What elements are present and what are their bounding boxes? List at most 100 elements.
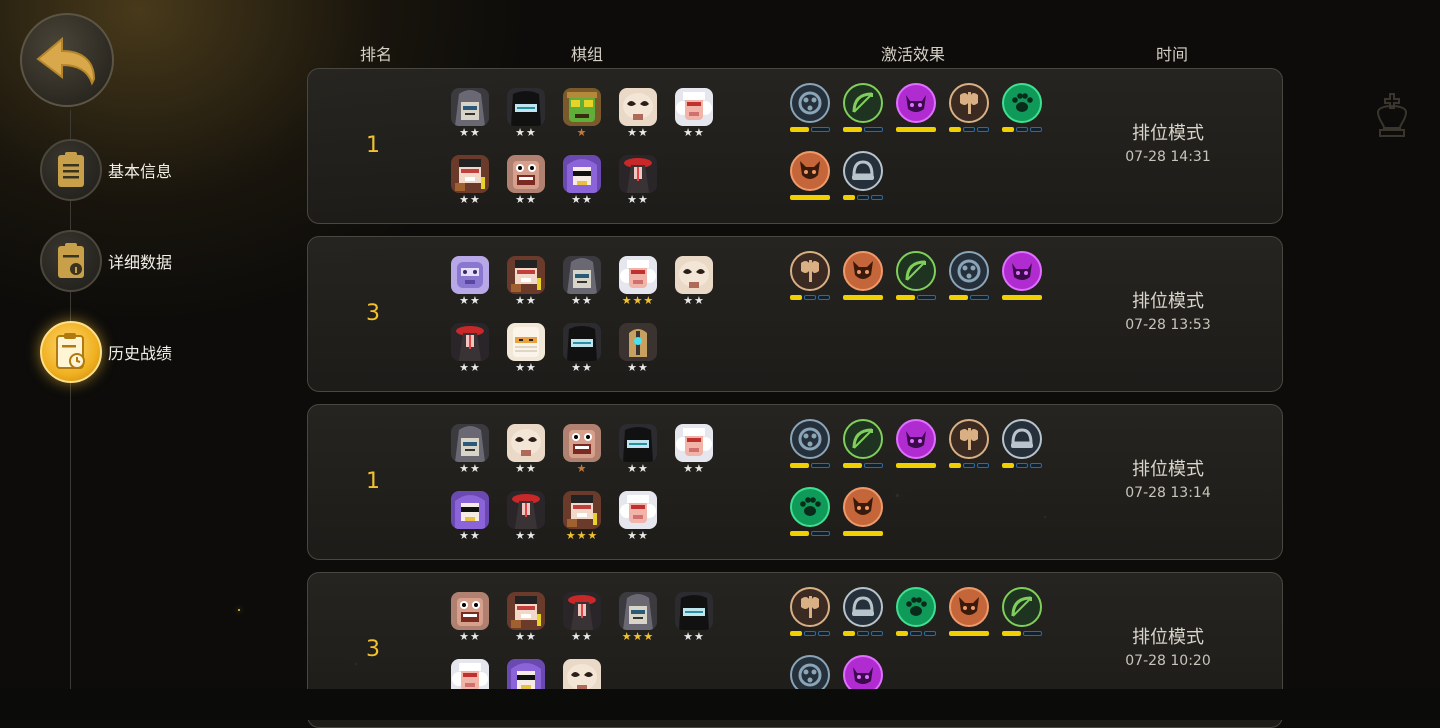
chess-piece[interactable]: ★★ <box>450 256 490 307</box>
star-level: ★★★ <box>565 529 599 542</box>
chess-piece[interactable]: ★★ <box>506 256 546 307</box>
chess-piece[interactable]: ★★ <box>618 323 658 374</box>
brute-piece-icon <box>507 155 545 193</box>
hooded-piece-icon <box>451 424 489 462</box>
trait-level-bar <box>790 463 830 469</box>
chess-piece[interactable]: ★★ <box>450 424 490 475</box>
trait-badge[interactable] <box>896 587 936 641</box>
chess-piece[interactable]: ★★★ <box>562 491 602 542</box>
chess-piece[interactable]: ★★ <box>450 491 490 542</box>
trait-badge[interactable] <box>843 419 883 473</box>
helm-icon <box>1002 419 1042 459</box>
trait-badge[interactable] <box>949 419 989 473</box>
trait-badge[interactable] <box>949 587 989 641</box>
match-time: 07-28 13:53 <box>1125 317 1211 333</box>
chess-piece[interactable]: ★ <box>562 88 602 139</box>
sheep-piece-icon <box>619 256 657 294</box>
match-row[interactable]: 1 排位模式 07-28 13:14 ★★ ★★ ★ ★★ ★★ ★★ ★★ ★★★ ★★ <box>307 404 1283 560</box>
rank-value: 3 <box>366 301 380 326</box>
trait-level-bar <box>790 127 830 133</box>
trait-badge[interactable] <box>843 487 883 541</box>
trait-badge[interactable] <box>1002 83 1042 137</box>
star-level: ★★ <box>515 462 537 475</box>
nav-basic-info[interactable]: 基本信息 <box>40 139 172 201</box>
redhat-piece-icon <box>563 592 601 630</box>
nav-history[interactable]: 历史战绩 <box>40 321 172 383</box>
chess-piece[interactable]: ★★★ <box>618 592 658 643</box>
chess-piece[interactable]: ★★ <box>618 88 658 139</box>
trait-level-bar <box>843 127 883 133</box>
trait-badge[interactable] <box>949 83 989 137</box>
match-row[interactable]: 1 排位模式 07-28 14:31 ★★ ★★ ★ ★★ ★★ ★★ ★★ ★★ ★★ <box>307 68 1283 224</box>
chess-piece[interactable]: ★★ <box>506 592 546 643</box>
game-mode: 排位模式 <box>1132 459 1204 480</box>
chess-piece[interactable]: ★★ <box>674 88 714 139</box>
chess-piece[interactable]: ★★ <box>450 592 490 643</box>
trait-badge[interactable] <box>843 151 883 205</box>
match-row[interactable]: 3 排位模式 07-28 13:53 ★★ ★★ ★★ ★★★ ★★ ★★ ★★ ★★ ★★ <box>307 236 1283 392</box>
trait-badge[interactable] <box>949 251 989 305</box>
nav-label-detail-data: 详细数据 <box>108 253 173 272</box>
trait-level-bar <box>843 531 883 537</box>
star-level: ★★ <box>571 361 593 374</box>
chess-piece[interactable]: ★★ <box>618 424 658 475</box>
fox-icon <box>790 151 830 191</box>
trait-badge[interactable] <box>896 419 936 473</box>
trait-badge[interactable] <box>790 251 830 305</box>
chess-piece[interactable]: ★★ <box>562 592 602 643</box>
chess-piece[interactable]: ★★ <box>562 256 602 307</box>
trait-badge[interactable] <box>843 83 883 137</box>
trait-badge[interactable] <box>790 151 830 205</box>
star-level: ★★ <box>683 294 705 307</box>
trait-badge[interactable] <box>790 419 830 473</box>
star-level: ★★ <box>571 294 593 307</box>
star-level: ★★ <box>459 193 481 206</box>
bow-icon <box>843 83 883 123</box>
paw-icon <box>896 587 936 627</box>
trait-level-bar <box>843 295 883 301</box>
cowboy-piece-icon <box>451 155 489 193</box>
trait-badge[interactable] <box>790 487 830 541</box>
trait-badge[interactable] <box>896 251 936 305</box>
chess-piece[interactable]: ★★ <box>562 323 602 374</box>
trait-badge[interactable] <box>1002 587 1042 641</box>
chess-piece[interactable]: ★ <box>562 424 602 475</box>
skull-piece-icon <box>675 256 713 294</box>
chess-piece[interactable]: ★★★ <box>618 256 658 307</box>
cowboy-piece-icon <box>507 256 545 294</box>
chess-piece[interactable]: ★★ <box>506 88 546 139</box>
trait-level-bar <box>790 531 830 537</box>
chess-piece[interactable]: ★★ <box>506 424 546 475</box>
chess-piece[interactable]: ★★ <box>674 424 714 475</box>
chess-piece[interactable]: ★★ <box>562 155 602 206</box>
trait-badge[interactable] <box>790 587 830 641</box>
trait-badge[interactable] <box>843 251 883 305</box>
chess-piece[interactable]: ★★ <box>450 155 490 206</box>
chess-piece[interactable]: ★★ <box>450 323 490 374</box>
cowboy-piece-icon <box>563 491 601 529</box>
sheep-piece-icon <box>675 424 713 462</box>
match-time: 07-28 10:20 <box>1125 653 1211 669</box>
chess-piece[interactable]: ★★ <box>450 88 490 139</box>
chess-piece[interactable]: ★★ <box>674 256 714 307</box>
chess-piece[interactable]: ★★ <box>618 155 658 206</box>
back-button[interactable] <box>20 13 114 107</box>
chess-piece[interactable]: ★★ <box>506 491 546 542</box>
trait-badge[interactable] <box>843 587 883 641</box>
trait-badge[interactable] <box>1002 251 1042 305</box>
star-level: ★★★ <box>621 630 655 643</box>
nav-label-basic-info: 基本信息 <box>108 162 173 181</box>
chess-piece[interactable]: ★★ <box>618 491 658 542</box>
trait-badge[interactable] <box>896 83 936 137</box>
trait-level-bar <box>790 631 830 637</box>
demon-icon <box>896 83 936 123</box>
chess-piece[interactable]: ★★ <box>674 592 714 643</box>
fox-icon <box>843 251 883 291</box>
hooded-piece-icon <box>451 88 489 126</box>
nav-detail-data[interactable]: 详细数据 <box>40 230 172 292</box>
brute-piece-icon <box>563 424 601 462</box>
chess-piece[interactable]: ★★ <box>506 323 546 374</box>
chess-piece[interactable]: ★★ <box>506 155 546 206</box>
trait-badge[interactable] <box>790 83 830 137</box>
trait-badge[interactable] <box>1002 419 1042 473</box>
